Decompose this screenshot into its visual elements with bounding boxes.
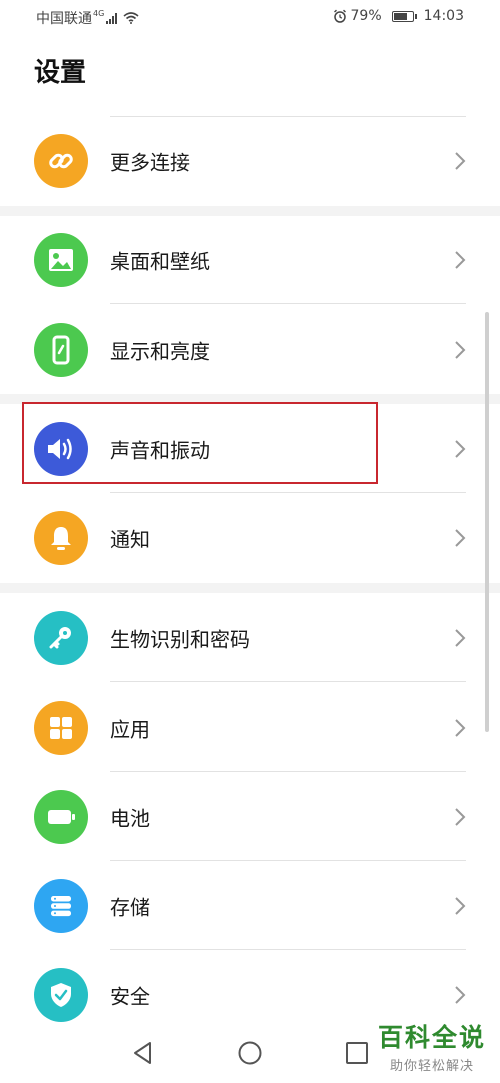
shield-icon [34,968,88,1022]
carrier-name: 中国联通 [36,11,92,27]
page-title: 设置 [34,58,87,88]
chevron-right-icon [455,251,466,269]
alarm-icon [333,9,346,23]
divider [110,303,466,304]
chevron-right-icon [455,440,466,458]
chevron-right-icon [455,529,466,547]
settings-item-display[interactable]: 显示和亮度 [0,306,500,394]
settings-item-label: 通知 [110,527,150,552]
network-type: 4G [93,8,105,18]
group-separator [0,206,500,216]
settings-item-label: 安全 [110,984,150,1009]
status-bar: 中国联通 4G 79% 14:03 [0,0,500,34]
signal-icon [106,12,118,24]
chevron-right-icon [455,897,466,915]
chevron-right-icon [455,629,466,647]
divider [110,681,466,682]
settings-item-label: 显示和亮度 [110,339,210,364]
chevron-right-icon [455,986,466,1004]
settings-item-label: 桌面和壁纸 [110,249,210,274]
home-icon[interactable] [237,1040,263,1066]
settings-item-label: 应用 [110,717,150,742]
watermark: 百科全说 助你轻松解决 [378,1018,486,1074]
watermark-subtitle: 助你轻松解决 [389,1059,474,1074]
back-icon[interactable] [130,1040,156,1066]
settings-item-more-connections[interactable]: 更多连接 [0,117,500,205]
key-icon [34,611,88,665]
watermark-title: 百科全说 [377,1023,486,1052]
divider [110,860,466,861]
settings-item-label: 存储 [110,895,150,920]
wifi-icon [123,12,139,24]
battery-icon [391,10,417,22]
settings-item-apps[interactable]: 应用 [0,684,500,772]
chevron-right-icon [455,341,466,359]
divider [110,949,466,950]
storage-icon [34,879,88,933]
battery-icon [34,790,88,844]
divider [110,492,466,493]
settings-item-notifications[interactable]: 通知 [0,494,500,582]
chevron-right-icon [455,719,466,737]
status-right: 79% 14:03 [333,8,464,24]
chevron-right-icon [455,152,466,170]
settings-item-label: 生物识别和密码 [110,627,250,652]
battery-percent: 79% [350,8,382,24]
chevron-right-icon [455,808,466,826]
group-separator [0,583,500,593]
settings-item-storage[interactable]: 存储 [0,862,500,950]
divider [110,771,466,772]
settings-item-wallpaper[interactable]: 桌面和壁纸 [0,216,500,304]
scrollbar[interactable] [485,312,489,732]
clock: 14:03 [423,8,464,24]
image-icon [34,233,88,287]
recents-icon[interactable] [344,1040,370,1066]
status-left: 中国联通 4G [36,8,139,28]
settings-item-label: 更多连接 [110,150,190,175]
link-icon [34,134,88,188]
settings-item-biometrics[interactable]: 生物识别和密码 [0,594,500,682]
apps-grid-icon [34,701,88,755]
phone-brightness-icon [34,323,88,377]
bell-icon [34,511,88,565]
highlight-box [22,402,378,484]
settings-item-battery[interactable]: 电池 [0,773,500,861]
settings-item-label: 电池 [110,806,150,831]
